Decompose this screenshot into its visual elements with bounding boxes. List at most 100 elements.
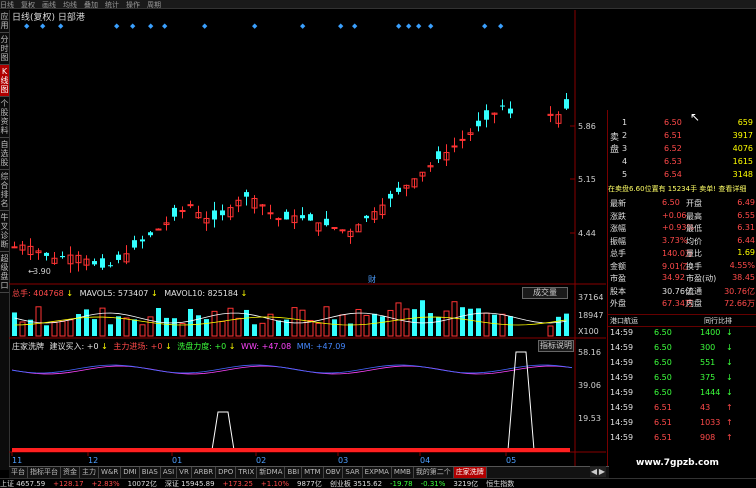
quote-value: 72.66万	[724, 299, 755, 308]
indicator-tab[interactable]: EXPMA	[363, 467, 392, 478]
trade-time: 14:59	[610, 373, 634, 382]
quote-key: 最高	[686, 211, 702, 221]
indicator-help-button[interactable]: 指标说明	[538, 340, 574, 352]
mm-line	[11, 364, 573, 374]
price-candle	[547, 106, 554, 123]
indicator-tab[interactable]: 平台	[9, 467, 28, 478]
quote-value: 38.45	[732, 273, 755, 282]
large-order-notice[interactable]: 在卖盘6.60位置有 15234手 卖单! 查看详细	[608, 184, 756, 194]
volume-bar	[428, 313, 433, 336]
down-arrow-icon: ↓	[726, 373, 733, 382]
indicator-tab[interactable]: DPO	[216, 467, 237, 478]
volume-bar	[19, 321, 26, 337]
sell-level-row[interactable]: 1 6.50 659	[608, 118, 756, 130]
down-arrow-icon: ↓	[726, 328, 733, 337]
signal-main-label: 主力进场: +0	[113, 342, 163, 351]
price-axis-tick: 5.86	[578, 122, 596, 131]
volume-axis-tick: 37164	[578, 293, 603, 302]
trade-volume: 300	[700, 343, 716, 352]
tab-peer-compare[interactable]: 同行比排	[704, 316, 732, 326]
indicator-tab[interactable]: 资金	[61, 467, 80, 478]
sell-level-volume: 3148	[732, 170, 753, 179]
up-arrow-icon: ↑	[726, 418, 733, 427]
trade-time: 14:59	[610, 358, 634, 367]
indicator-tab[interactable]: ASI	[161, 467, 178, 478]
trade-price: 6.51	[654, 403, 672, 412]
trade-volume: 1444	[700, 388, 721, 397]
trade-volume: 908	[700, 433, 716, 442]
quote-value: 34.92	[662, 273, 685, 282]
indicator-header: 庄家洗牌 建议买入: +0 ↓ 主力进场: +0 ↓ 洗盘力度: +0 ↓ WW…	[12, 341, 345, 352]
indicator-tab[interactable]: 我的第二个	[414, 467, 454, 478]
price-candle	[371, 207, 378, 224]
price-candle	[347, 228, 354, 244]
indicator-tab[interactable]: DMI	[121, 467, 140, 478]
price-candle	[92, 258, 97, 266]
tab-scroll-right-icon[interactable]: ▶	[598, 466, 606, 477]
indicator-tab[interactable]: MTM	[302, 467, 324, 478]
price-candle	[284, 209, 289, 220]
indicator-tab[interactable]: ARBR	[192, 467, 217, 478]
price-candle	[259, 204, 266, 216]
price-candle	[508, 101, 513, 119]
quote-value: 9.01亿	[662, 261, 688, 271]
sell-level-row[interactable]: 2 6.51 3917	[608, 131, 756, 143]
indicator-tab[interactable]: OBV	[324, 467, 344, 478]
volume-bar	[564, 313, 569, 336]
price-candle	[172, 204, 177, 221]
volume-bar	[219, 320, 226, 337]
quote-row: 振幅 3.73% 均价 6.44	[610, 236, 755, 247]
quote-key: 开盘	[686, 199, 702, 208]
stock-chart-canvas[interactable]: 5.86 5.15 4.44 3.90← 财 37164 18947 X100 58.16 39.…	[0, 0, 607, 466]
quote-value: +0.06	[662, 210, 687, 220]
quote-row: 总手 140.0万 量比 1.69	[610, 248, 755, 259]
price-candle	[476, 112, 481, 132]
price-candle	[11, 241, 18, 249]
trade-row: 14:59 6.50 551 ↓	[608, 358, 756, 372]
quote-value: 6.55	[737, 210, 755, 220]
indicator-tab[interactable]: SAR	[343, 467, 363, 478]
price-candle	[491, 112, 498, 124]
indicator-tab[interactable]: 指标平台	[28, 467, 61, 478]
financial-report-marker[interactable]: 财	[368, 274, 376, 284]
ww-line	[11, 365, 573, 375]
mm-label: MM: +47.09	[296, 342, 346, 351]
trade-volume: 1400	[700, 328, 721, 337]
indicator-tab[interactable]: BBI	[285, 467, 303, 478]
sell-level-row[interactable]: 5 6.54 3148	[608, 170, 756, 182]
price-candle	[484, 104, 489, 128]
indicator-axis-tick: 39.06	[578, 381, 601, 390]
volume-bar	[235, 317, 242, 337]
price-candle	[555, 111, 562, 128]
price-candle	[436, 146, 441, 164]
indicator-tab[interactable]: VR	[177, 467, 192, 478]
price-candle	[396, 181, 401, 195]
quote-key: 金额	[610, 261, 626, 271]
indicator-tab[interactable]: BIAS	[140, 467, 161, 478]
date-axis-tick: 05	[506, 456, 516, 465]
sell-level-index: 2	[622, 131, 628, 140]
indicator-tab[interactable]: MMB	[392, 467, 414, 478]
indicator-tab[interactable]: W&R	[99, 467, 122, 478]
price-candle	[140, 235, 145, 249]
sell-level-row[interactable]: 3 6.52 4076	[608, 144, 756, 156]
price-candle	[123, 245, 130, 265]
volume-bar	[307, 319, 314, 337]
indicator-tab[interactable]: 主力	[80, 467, 99, 478]
indicator-tab[interactable]: 庄家洗牌	[453, 467, 487, 478]
sell-level-volume: 4076	[732, 144, 753, 153]
indicator-tab[interactable]: TRIX	[236, 467, 258, 478]
quote-value: 6.49	[737, 198, 755, 207]
volume-bar	[476, 308, 481, 336]
sell-level-row[interactable]: 4 6.53 1615	[608, 157, 756, 169]
signal-pulse-1	[211, 411, 235, 451]
volume-type-dropdown[interactable]: 成交量	[522, 287, 568, 299]
trade-price: 6.50	[654, 388, 672, 397]
tab-scroll-left-icon[interactable]: ◀	[590, 466, 598, 477]
tab-industry[interactable]: 港口航运	[610, 316, 638, 326]
volume-bar	[227, 307, 234, 337]
price-candle	[163, 216, 170, 231]
quote-key: 总手	[610, 249, 626, 258]
indicator-tab[interactable]: 新DMA	[257, 467, 286, 478]
price-candle	[83, 255, 90, 271]
